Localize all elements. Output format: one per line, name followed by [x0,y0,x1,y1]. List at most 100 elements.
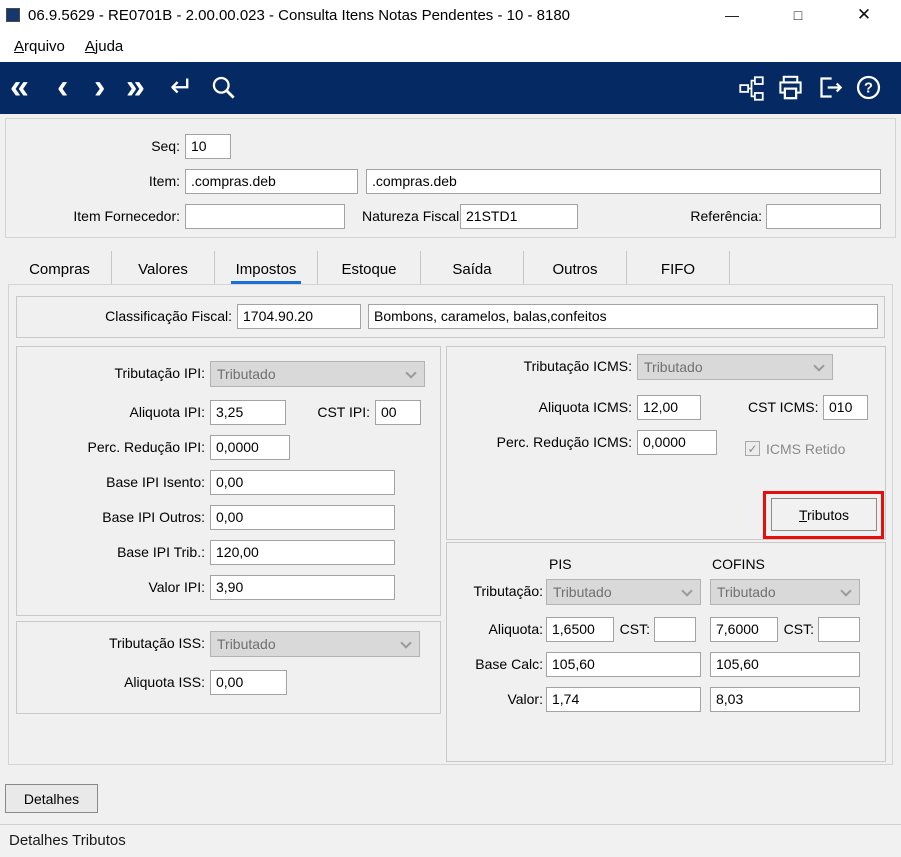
hierarchy-icon[interactable] [738,75,765,105]
next-record-icon[interactable]: › [94,62,105,114]
svg-text:?: ? [864,81,873,97]
tributos-button[interactable]: Tributos [771,498,877,531]
menubar: Arquivo Ajuda [0,30,901,62]
pis-base-field[interactable]: 105,60 [546,652,701,677]
aliquota-iss-label: Aliquota ISS: [124,674,205,690]
aliquota-iss-field[interactable]: 0,00 [210,670,287,695]
status-bar: Detalhes Tributos [0,824,901,857]
classificacao-field[interactable]: 1704.90.20 [237,304,361,329]
chevron-down-icon [840,585,852,597]
cofins-tributacao-select[interactable]: Tributado [710,579,860,605]
pis-cofins-aliquota-label: Aliquota: [488,621,543,637]
valor-ipi-label: Valor IPI: [148,579,205,595]
chevron-down-icon [813,360,825,372]
natureza-fiscal-field[interactable]: 21STD1 [460,204,578,229]
base-ipi-outros-field[interactable]: 0,00 [210,505,395,530]
help-icon[interactable]: ? [855,74,882,104]
pis-header: PIS [549,556,572,572]
chevron-down-icon [681,585,693,597]
window-title: 06.9.5629 - RE0701B - 2.00.00.023 - Cons… [28,6,571,24]
check-icon: ✓ [747,441,758,456]
tributacao-iss-select[interactable]: Tributado [210,631,420,657]
pis-cofins-tributacao-label: Tributação: [473,583,543,599]
go-icon[interactable]: ↵ [170,62,193,114]
cofins-aliquota-field[interactable]: 7,6000 [710,617,778,642]
titlebar: 06.9.5629 - RE0701B - 2.00.00.023 - Cons… [0,0,901,30]
tributacao-icms-label: Tributação ICMS: [523,358,632,374]
icms-retido-checkbox[interactable]: ✓ [745,441,760,456]
classificacao-label: Classificação Fiscal: [105,308,232,324]
tab-estoque[interactable]: Estoque [317,251,420,284]
tab-outros[interactable]: Outros [523,251,626,284]
close-button[interactable]: ✕ [831,0,897,30]
cofins-base-field[interactable]: 105,60 [710,652,860,677]
tab-saida[interactable]: Saída [420,251,523,284]
cst-icms-field[interactable]: 010 [823,395,868,420]
menu-arquivo[interactable]: Arquivo [4,34,75,59]
base-ipi-outros-label: Base IPI Outros: [102,509,205,525]
maximize-button[interactable]: □ [765,0,831,30]
tab-fifo[interactable]: FIFO [626,251,729,284]
referencia-field[interactable] [766,204,881,229]
application-window: 06.9.5629 - RE0701B - 2.00.00.023 - Cons… [0,0,901,857]
tab-bar: Compras Valores Impostos Estoque Saída O… [8,251,893,284]
perc-reducao-ipi-label: Perc. Redução IPI: [87,439,205,455]
perc-reducao-icms-field[interactable]: 0,0000 [637,430,717,455]
pis-cofins-valor-label: Valor: [507,691,543,707]
chevron-down-icon [400,637,412,649]
item-field[interactable]: .compras.deb [185,169,358,194]
detalhes-button[interactable]: Detalhes [5,784,98,813]
cofins-valor-field[interactable]: 8,03 [710,687,860,712]
pis-cofins-base-label: Base Calc: [475,656,543,672]
aliquota-icms-field[interactable]: 12,00 [637,395,701,420]
aliquota-icms-label: Aliquota ICMS: [538,399,632,415]
pis-valor-field[interactable]: 1,74 [546,687,701,712]
tributacao-ipi-label: Tributação IPI: [114,365,205,381]
icms-retido-label: ICMS Retido [766,441,846,457]
window-controls: — □ ✕ [699,0,897,30]
seq-field[interactable]: 10 [185,134,231,159]
pis-cst-label: CST: [619,621,650,637]
minimize-button[interactable]: — [699,0,765,30]
item-label: Item: [148,173,180,189]
menu-ajuda[interactable]: Ajuda [75,34,133,59]
tributacao-iss-label: Tributação ISS: [109,635,205,651]
perc-reducao-icms-label: Perc. Redução ICMS: [496,434,632,450]
classificacao-desc-field[interactable]: Bombons, caramelos, balas,confeitos [368,304,878,329]
first-record-icon[interactable]: « [10,62,29,114]
prev-record-icon[interactable]: ‹ [57,62,68,114]
aliquota-ipi-label: Aliquota IPI: [129,404,206,420]
cofins-header: COFINS [712,556,765,572]
cst-ipi-field[interactable]: 00 [375,400,421,425]
print-icon[interactable] [777,74,804,104]
cofins-cst-label: CST: [783,621,814,637]
last-record-icon[interactable]: » [126,62,145,114]
tributacao-ipi-select[interactable]: Tributado [210,361,425,387]
referencia-label: Referência: [690,208,762,224]
perc-reducao-ipi-field[interactable]: 0,0000 [210,435,290,460]
base-ipi-trib-label: Base IPI Trib.: [117,544,205,560]
base-ipi-isento-label: Base IPI Isento: [106,474,205,490]
cst-icms-label: CST ICMS: [748,399,819,415]
tributacao-icms-select[interactable]: Tributado [637,354,833,380]
app-icon [6,8,20,22]
tab-impostos[interactable]: Impostos [214,251,317,284]
tab-compras[interactable]: Compras [8,251,111,284]
pis-tributacao-select[interactable]: Tributado [546,579,701,605]
pis-aliquota-field[interactable]: 1,6500 [546,617,614,642]
tab-valores[interactable]: Valores [111,251,214,284]
exit-icon[interactable] [817,74,844,104]
cst-ipi-label: CST IPI: [317,404,370,420]
cofins-cst-field[interactable] [818,617,860,642]
search-icon[interactable] [210,74,237,104]
valor-ipi-field[interactable]: 3,90 [210,575,395,600]
item-fornecedor-field[interactable] [185,204,345,229]
base-ipi-isento-field[interactable]: 0,00 [210,470,395,495]
pis-cst-field[interactable] [654,617,696,642]
base-ipi-trib-field[interactable]: 120,00 [210,540,395,565]
aliquota-ipi-field[interactable]: 3,25 [210,400,286,425]
natureza-fiscal-label: Natureza Fiscal [362,208,460,224]
item-desc-field[interactable]: .compras.deb [366,169,881,194]
chevron-down-icon [405,367,417,379]
seq-label: Seq: [151,138,180,154]
